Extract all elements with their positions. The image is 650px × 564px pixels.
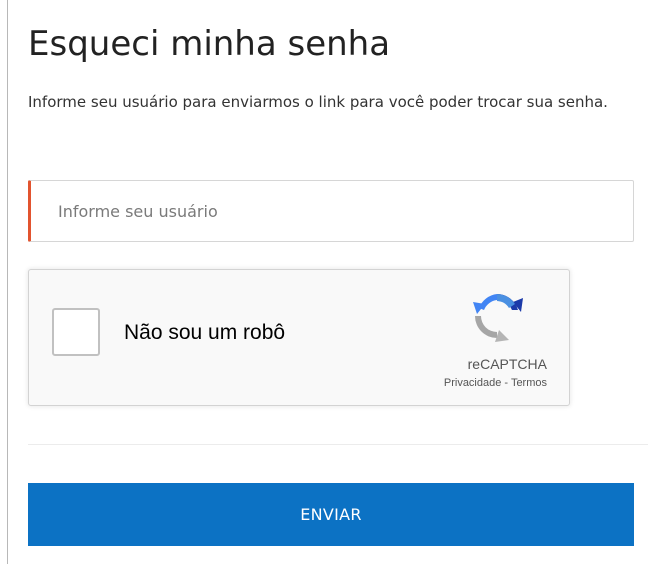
submit-button[interactable]: ENVIAR [28, 483, 634, 546]
recaptcha-brand: reCAPTCHA [467, 356, 547, 372]
recaptcha-checkbox[interactable] [52, 308, 100, 356]
recaptcha-links-separator: - [501, 377, 511, 389]
recaptcha-privacy-link[interactable]: Privacidade [444, 377, 501, 389]
recaptcha-logo-icon [473, 294, 523, 342]
instructions-text: Informe seu usuário para enviarmos o lin… [28, 93, 608, 111]
form-divider [28, 444, 648, 445]
recaptcha-terms-link[interactable]: Termos [511, 377, 547, 389]
username-input[interactable] [28, 180, 634, 242]
page-left-border [7, 0, 8, 564]
recaptcha-widget: Não sou um robô reCAPTCHA Privacidade - … [28, 269, 570, 406]
recaptcha-links: Privacidade - Termos [444, 376, 547, 390]
page-title: Esqueci minha senha [28, 24, 391, 64]
recaptcha-label: Não sou um robô [124, 321, 286, 344]
